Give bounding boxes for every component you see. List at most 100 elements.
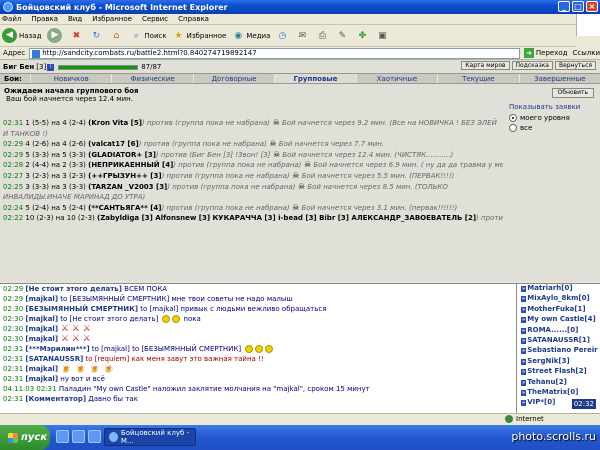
chat-user[interactable]: [majkal] — [25, 365, 58, 373]
private-message-icon[interactable]: » — [521, 369, 527, 376]
return-button[interactable]: Вернуться — [554, 61, 596, 70]
online-user[interactable]: » My own Castle[4] — [517, 315, 600, 325]
radio-unselected[interactable] — [509, 124, 517, 132]
tab-novices[interactable]: Новичков — [30, 74, 111, 83]
online-user[interactable]: » MixAylo_8km[0] — [517, 294, 600, 304]
chat-user[interactable]: [majkal] — [25, 315, 58, 323]
private-message-icon[interactable]: » — [521, 348, 527, 355]
online-user[interactable]: » Tehanu[2] — [517, 378, 600, 388]
taskbar-item-ie[interactable]: Бойцовский клуб - M... — [104, 428, 196, 446]
tab-group[interactable]: Групповые — [274, 74, 356, 83]
favorites-button[interactable]: ★ Избранное — [173, 30, 227, 42]
private-message-icon[interactable]: » — [521, 327, 527, 334]
menu-tools[interactable]: Сервис — [142, 15, 168, 23]
private-message-icon[interactable]: » — [521, 390, 527, 397]
go-button[interactable]: ➜ Переход — [523, 48, 567, 58]
media-button[interactable]: ◉ Медиа — [232, 30, 270, 42]
forward-button[interactable]: ▶ — [47, 28, 64, 43]
battle-vs: ) против — [161, 171, 195, 180]
battle-opponents[interactable]: (группа пока не набрана) — [195, 204, 290, 212]
battle-fighters[interactable]: (valcat17 [6] — [88, 140, 139, 148]
back-button[interactable]: ◀ Назад — [2, 28, 41, 43]
chat-user[interactable]: [БЕЗЫМЯННЫЙ СМЕРТНИК] — [25, 305, 138, 313]
chat-user[interactable]: [Комментатор] — [25, 395, 86, 403]
quicklaunch-icon[interactable] — [72, 430, 85, 443]
tab-chaotic[interactable]: Хаотичные — [355, 74, 437, 83]
battle-fighters[interactable]: (**САНТЬЯГА** [4] — [88, 204, 161, 212]
menu-view[interactable]: Вид — [68, 15, 82, 23]
chat-user[interactable]: [Не стоит этого делать] — [25, 285, 122, 293]
private-message-icon[interactable]: » — [521, 338, 527, 345]
edit-button[interactable]: ✎ — [336, 30, 350, 42]
print-icon: ⎙ — [318, 30, 326, 41]
battle-fighters[interactable]: (GLADIATOR+ [3] — [88, 151, 156, 159]
tab-arranged[interactable]: Договорные — [192, 74, 274, 83]
private-message-icon[interactable]: » — [521, 358, 527, 365]
online-user[interactable]: » ROMA......[0] — [517, 326, 600, 336]
battle-fighters[interactable]: (Zabyldiga [3] Alfonsnew [3] КУКАРАЧЧА [… — [97, 214, 476, 222]
option-my-level[interactable]: моего уровня — [509, 114, 594, 122]
online-user[interactable]: » Sebastiano Pereir — [517, 346, 600, 356]
maximize-button[interactable]: □ — [572, 1, 584, 12]
online-user[interactable]: » MotherFuka[1] — [517, 305, 600, 315]
online-user[interactable]: » TheMatrix[0] — [517, 388, 600, 398]
private-message-icon[interactable]: » — [521, 286, 527, 292]
hint-button[interactable]: Подсказка — [511, 61, 553, 70]
tab-physical[interactable]: Физические — [111, 74, 192, 83]
menu-edit[interactable]: Правка — [31, 15, 58, 23]
online-user[interactable]: » SergNik[3] — [517, 357, 600, 367]
history-button[interactable]: ◷ — [276, 30, 290, 42]
bookmark-button[interactable]: ▣ — [376, 30, 390, 42]
private-message-icon[interactable]: » — [521, 379, 527, 386]
links-label[interactable]: Ссылки — [572, 49, 600, 57]
menu-file[interactable]: Файл — [2, 15, 21, 23]
battle-fighters[interactable]: (TARZAN _V2003 [3] — [88, 183, 167, 191]
address-input[interactable]: http://sandcity.combats.ru/battle2.html?… — [29, 47, 520, 59]
menu-help[interactable]: Справка — [178, 15, 209, 23]
quicklaunch-icon[interactable] — [56, 430, 69, 443]
close-button[interactable]: × — [586, 1, 598, 12]
tab-finished[interactable]: Завершенные — [518, 74, 600, 83]
messenger-button[interactable]: ✤ — [356, 30, 370, 42]
print-button[interactable]: ⎙ — [316, 30, 330, 42]
online-user[interactable]: » Matriarh[0] — [517, 284, 600, 294]
radio-selected[interactable] — [509, 114, 517, 122]
chat-user[interactable]: [majkal] — [25, 375, 58, 383]
chat-user[interactable]: [majkal] — [25, 335, 58, 343]
home-button[interactable]: ⌂ — [110, 30, 124, 42]
world-map-button[interactable]: Карта миров — [461, 61, 510, 70]
chat-input[interactable] — [0, 405, 516, 413]
info-icon[interactable]: i — [47, 63, 55, 71]
refresh-button[interactable]: ↻ — [90, 30, 104, 42]
quicklaunch-icon[interactable] — [88, 430, 101, 443]
battle-opponents[interactable]: (группа пока не набрана) — [207, 161, 302, 169]
battle-opponents[interactable]: (группа пока не набрана) — [172, 140, 267, 148]
battle-fighters[interactable]: (++ГРЫЗУН++ [3] — [88, 172, 161, 180]
chat-user[interactable]: [SATANAUSSR] — [25, 355, 83, 363]
tab-current[interactable]: Текущие — [437, 74, 518, 83]
battle-opponents[interactable]: (Биг Бен [3] !3вон! [3] — [189, 151, 270, 159]
chat-user[interactable]: [***Мэрилин***] — [25, 345, 89, 353]
option-all[interactable]: все — [509, 124, 594, 132]
private-message-icon[interactable]: » — [521, 296, 527, 303]
battle-opponents[interactable]: (группа пока не набрана) — [201, 183, 296, 191]
player-name[interactable]: Биг Бен — [3, 63, 34, 71]
start-button[interactable]: пуск — [0, 425, 50, 450]
minimize-button[interactable]: _ — [558, 1, 570, 12]
search-button[interactable]: ⌕ Поиск — [130, 30, 167, 42]
private-message-icon[interactable]: » — [521, 317, 527, 324]
online-user[interactable]: » SATANAUSSR[1] — [517, 336, 600, 346]
battle-fighters[interactable]: (Kron Vita [5] — [88, 119, 142, 127]
menu-favorites[interactable]: Избранное — [92, 15, 132, 23]
private-message-icon[interactable]: » — [521, 306, 527, 313]
online-user[interactable]: » Street Flash[2] — [517, 367, 600, 377]
battle-opponents[interactable]: (группа пока не набрана) — [175, 119, 270, 127]
refresh-list-button[interactable]: Обновить — [551, 88, 594, 98]
battle-fighters[interactable]: (НЕПРИКАЕННЫЙ [4] — [88, 161, 173, 169]
stop-button[interactable]: ✖ — [70, 30, 84, 42]
chat-user[interactable]: [majkal] — [25, 295, 58, 303]
battle-opponents[interactable]: (группа пока не набрана) — [195, 172, 290, 180]
chat-user[interactable]: [majkal] — [25, 325, 58, 333]
mail-button[interactable]: ✉ — [296, 30, 310, 42]
private-message-icon[interactable]: » — [521, 400, 527, 407]
